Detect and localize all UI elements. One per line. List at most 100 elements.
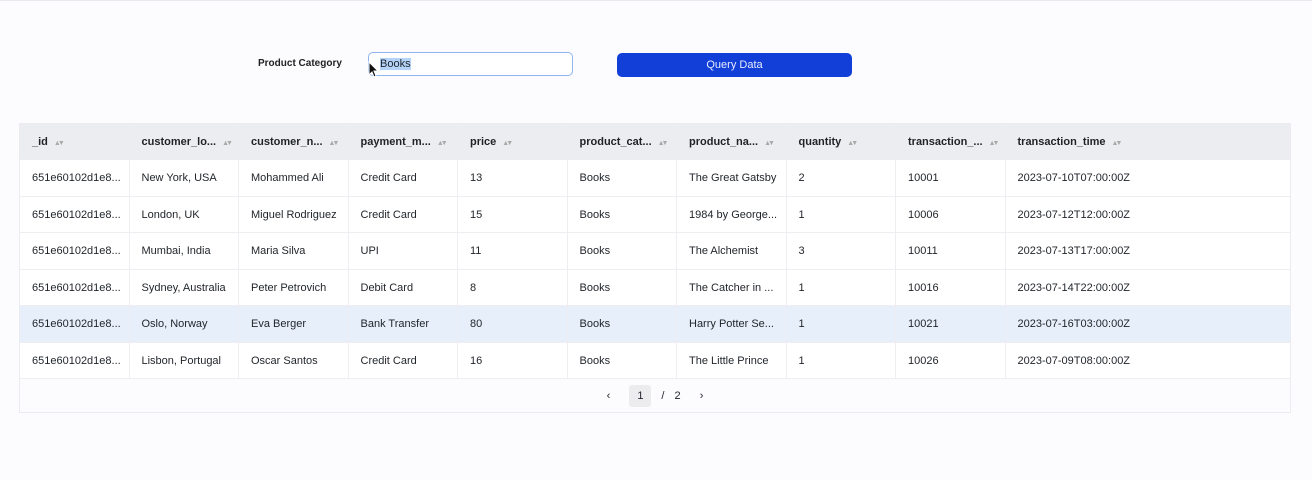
column-header-label: transaction_time bbox=[1017, 136, 1106, 148]
table-cell: Books bbox=[568, 196, 677, 232]
table-cell: Debit Card bbox=[349, 269, 458, 305]
table-cell: 2023-07-14T22:00:00Z bbox=[1017, 281, 1131, 294]
column-header[interactable]: payment_m... ▲▼ bbox=[349, 124, 458, 159]
table-cell: Credit Card bbox=[349, 196, 458, 232]
column-header[interactable]: _id ▲▼ bbox=[20, 124, 130, 159]
data-table: _id ▲▼ customer_lo... ▲▼ customer_n... ▲▼ paym… bbox=[19, 123, 1291, 413]
table-cell: 11 bbox=[458, 233, 568, 269]
table-cell: 10001 bbox=[896, 160, 1006, 196]
table-cell: 651e60102d1e8... bbox=[20, 269, 130, 305]
table-cell: UPI bbox=[349, 233, 458, 269]
table-row[interactable]: 651e60102d1e8... New York, USA Mohammed Al… bbox=[20, 160, 1290, 197]
table-cell: Credit Card bbox=[349, 342, 458, 378]
total-pages: 2 bbox=[674, 389, 681, 402]
table-cell: 2023-07-09T08:00:00Z bbox=[1017, 354, 1131, 367]
input-value: Books bbox=[380, 58, 411, 70]
table-cell: 2023-07-12T12:00:00Z bbox=[1017, 208, 1131, 221]
sort-icon[interactable]: ▲▼ bbox=[658, 140, 669, 147]
table-cell: Oslo, Norway bbox=[130, 306, 239, 342]
pagination: ‹ 1 / 2 › bbox=[20, 379, 1290, 412]
table-cell: 651e60102d1e8... bbox=[20, 342, 130, 378]
sort-icon[interactable]: ▲▼ bbox=[54, 140, 65, 147]
table-cell: Mohammed Ali bbox=[239, 160, 349, 196]
query-data-button[interactable]: Query Data bbox=[617, 53, 852, 77]
column-header[interactable]: quantity ▲▼ bbox=[787, 124, 896, 159]
table-cell: Eva Berger bbox=[239, 306, 349, 342]
table-cell: 2023-07-10T07:00:00Z bbox=[1017, 172, 1131, 184]
table-cell: Maria Silva bbox=[239, 233, 349, 269]
table-cell: 13 bbox=[458, 160, 568, 196]
sort-icon[interactable]: ▲▼ bbox=[437, 140, 448, 147]
table-cell: 1 bbox=[787, 269, 896, 305]
table-cell: The Catcher in ... bbox=[677, 269, 787, 305]
column-header[interactable]: product_cat... ▲▼ bbox=[568, 124, 677, 159]
table-cell: 651e60102d1e8... bbox=[20, 233, 130, 269]
table-cell: Lisbon, Portugal bbox=[130, 342, 239, 378]
sort-icon[interactable]: ▲▼ bbox=[329, 140, 340, 147]
next-page-button[interactable]: › bbox=[691, 385, 713, 407]
column-header-label: payment_m... bbox=[360, 136, 431, 148]
table-cell: 10016 bbox=[896, 269, 1006, 305]
table-cell: 2023-07-13T17:00:00Z bbox=[1017, 245, 1131, 257]
column-header-label: transaction_... bbox=[908, 136, 983, 148]
product-category-label: Product Category bbox=[258, 58, 342, 69]
table-cell: 15 bbox=[458, 196, 568, 232]
sort-icon[interactable]: ▲▼ bbox=[764, 140, 775, 147]
table-cell: Books bbox=[568, 306, 677, 342]
prev-page-button[interactable]: ‹ bbox=[597, 385, 619, 407]
column-header-label: product_cat... bbox=[579, 136, 652, 148]
table-cell: 3 bbox=[787, 233, 896, 269]
table-cell: 10006 bbox=[896, 196, 1006, 232]
table-cell: Books bbox=[568, 233, 677, 269]
mouse-cursor-icon bbox=[368, 61, 380, 78]
sort-icon[interactable]: ▲▼ bbox=[989, 140, 1000, 147]
table-cell: Credit Card bbox=[349, 160, 458, 196]
column-header[interactable]: customer_lo... ▲▼ bbox=[130, 124, 239, 159]
column-header[interactable]: customer_n... ▲▼ bbox=[239, 124, 349, 159]
table-row[interactable]: 651e60102d1e8... Sydney, Australia Peter P… bbox=[20, 269, 1290, 306]
column-header[interactable]: product_na... ▲▼ bbox=[677, 124, 787, 159]
table-cell: Bank Transfer bbox=[349, 306, 458, 342]
table-cell: Oscar Santos bbox=[239, 342, 349, 378]
column-header[interactable]: price ▲▼ bbox=[458, 124, 568, 159]
page-separator: / bbox=[661, 389, 665, 402]
table-row[interactable]: 651e60102d1e8... London, UK Miguel Rodrigu… bbox=[20, 196, 1290, 233]
sort-icon[interactable]: ▲▼ bbox=[1112, 140, 1123, 147]
table-row[interactable]: 651e60102d1e8... Lisbon, Portugal Oscar Sa… bbox=[20, 342, 1290, 379]
table-cell: 1 bbox=[787, 342, 896, 378]
table-cell: Books bbox=[568, 342, 677, 378]
current-page[interactable]: 1 bbox=[629, 384, 652, 407]
sort-icon[interactable]: ▲▼ bbox=[502, 140, 513, 147]
table-cell: 2023-07-16T03:00:00Z bbox=[1017, 318, 1131, 330]
table-cell: 651e60102d1e8... bbox=[20, 160, 130, 196]
table-cell: 8 bbox=[458, 269, 568, 305]
column-header[interactable]: transaction_time ▲▼ bbox=[1006, 124, 1291, 159]
table-cell: Books bbox=[568, 269, 677, 305]
table-cell: Mumbai, India bbox=[130, 233, 239, 269]
table-cell: The Alchemist bbox=[677, 233, 787, 269]
table-row[interactable]: 651e60102d1e8... Oslo, Norway Eva Berger Ba… bbox=[20, 306, 1290, 343]
sort-icon[interactable]: ▲▼ bbox=[847, 140, 858, 147]
column-header-label: price bbox=[470, 136, 497, 148]
table-cell: Peter Petrovich bbox=[239, 269, 349, 305]
table-cell: 651e60102d1e8... bbox=[20, 306, 130, 342]
table-cell: Harry Potter Se... bbox=[677, 306, 787, 342]
column-header-label: product_na... bbox=[689, 136, 759, 148]
table-cell: Sydney, Australia bbox=[130, 269, 239, 305]
table-cell: The Little Prince bbox=[677, 342, 787, 378]
table-cell: 10021 bbox=[896, 306, 1006, 342]
table-cell: 1984 by George... bbox=[677, 196, 787, 232]
table-cell: New York, USA bbox=[130, 160, 239, 196]
table-cell: 1 bbox=[787, 306, 896, 342]
sort-icon[interactable]: ▲▼ bbox=[222, 140, 233, 147]
table-cell: Miguel Rodriguez bbox=[239, 196, 349, 232]
product-category-input[interactable]: Books bbox=[368, 52, 573, 76]
table-cell: Books bbox=[568, 160, 677, 196]
table-cell: 16 bbox=[458, 342, 568, 378]
table-cell: 80 bbox=[458, 306, 568, 342]
table-cell: 10011 bbox=[896, 233, 1006, 269]
table-cell: 651e60102d1e8... bbox=[20, 196, 130, 232]
column-header-label: customer_n... bbox=[251, 136, 323, 148]
table-row[interactable]: 651e60102d1e8... Mumbai, India Maria Silva… bbox=[20, 233, 1290, 270]
column-header[interactable]: transaction_... ▲▼ bbox=[896, 124, 1006, 159]
